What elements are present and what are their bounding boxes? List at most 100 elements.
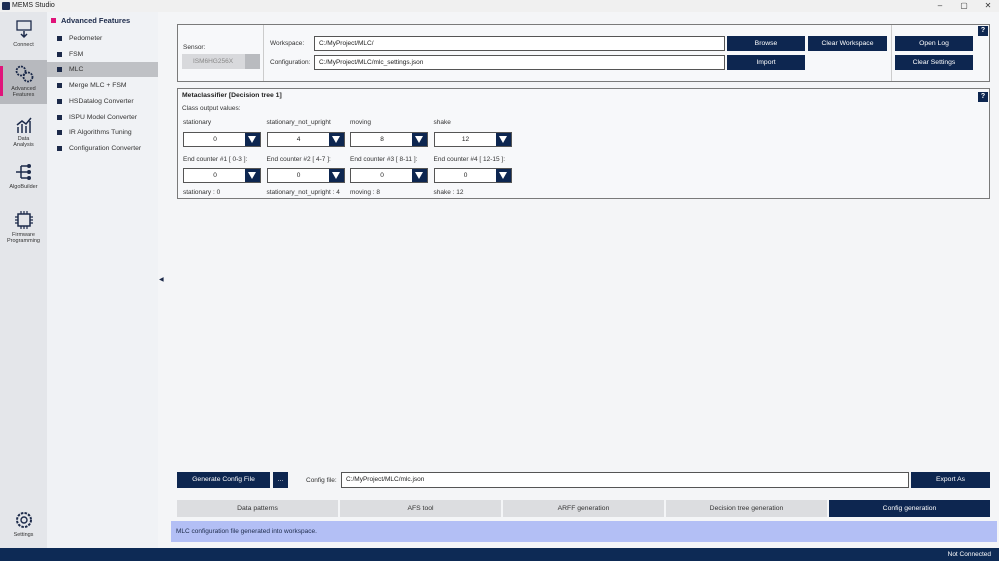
class-output-label: Class output values: (182, 105, 241, 112)
config-file-input[interactable]: C:/MyProject/MLC/mlc.json (341, 472, 909, 488)
generate-config-file-button[interactable]: Generate Config File (177, 472, 270, 488)
class-name-label: moving (350, 119, 371, 126)
end-counter-label: End counter #1 [ 0-3 ]: (183, 156, 248, 163)
submenu-item-mlc[interactable]: MLC (47, 62, 158, 78)
end-counter-select[interactable]: 0 (183, 168, 261, 183)
nav-label: Programming (6, 238, 40, 244)
submenu-item-ir-algorithms-tuning[interactable]: IR Algorithms Tuning (47, 125, 158, 140)
end-counter-value: 0 (213, 172, 217, 179)
metaclassifier-title: Metaclassifier [Decision tree 1] (182, 92, 282, 99)
more-options-button[interactable]: ... (273, 472, 288, 488)
tab-data-patterns[interactable]: Data patterns (177, 500, 338, 517)
chevron-down-icon (412, 133, 427, 146)
submenu-item-hsdatalog-converter[interactable]: HSDatalog Converter (47, 94, 158, 109)
class-value-select[interactable]: 4 (266, 132, 345, 147)
class-summary: stationary : 0 (183, 189, 221, 196)
title-bar: MEMS Studio – ▢ ✕ (0, 0, 999, 12)
divider (891, 25, 892, 81)
end-counter-select[interactable]: 0 (350, 168, 428, 183)
chevron-down-icon (245, 169, 260, 182)
advanced-features-menu: Advanced Features Pedometer FSM MLC Merge M… (47, 12, 158, 548)
end-counter-value: 0 (296, 172, 301, 179)
nav-data-analysis[interactable]: Data Analysis (0, 112, 47, 156)
chip-icon (14, 211, 33, 229)
nav-settings[interactable]: Settings (0, 506, 47, 550)
end-counter-value: 0 (380, 172, 384, 179)
open-log-button[interactable]: Open Log (895, 36, 973, 51)
nav-label: Settings (13, 532, 34, 538)
help-button[interactable]: ? (978, 92, 988, 102)
nav-connect[interactable]: Connect (0, 16, 47, 60)
configuration-label: Configuration: (270, 59, 311, 66)
collapse-sidebar-button[interactable]: ◀ (159, 276, 164, 283)
sensor-select[interactable]: ISM6HG256X (182, 54, 260, 69)
end-counter-select[interactable]: 0 (266, 168, 345, 183)
workspace-label: Workspace: (270, 40, 305, 47)
end-counter-select[interactable]: 0 (433, 168, 512, 183)
clear-settings-button[interactable]: Clear Settings (895, 55, 973, 70)
sensor-value: ISM6HG256X (192, 58, 234, 65)
configuration-input[interactable]: C:/MyProject/MLC/mlc_settings.json (314, 55, 725, 70)
nav-firmware-programming[interactable]: Firmware Programming (0, 206, 47, 250)
class-value: 8 (380, 136, 384, 143)
chevron-down-icon (328, 169, 344, 182)
help-button[interactable]: ? (978, 26, 988, 36)
nav-label: Features (12, 92, 35, 98)
minimize-button[interactable]: – (930, 1, 950, 10)
nav-algobuilder[interactable]: AlgoBuilder (0, 158, 47, 202)
nav-label: AlgoBuilder (9, 184, 38, 190)
class-value-select[interactable]: 12 (433, 132, 512, 147)
maximize-button[interactable]: ▢ (954, 1, 974, 10)
tab-afs-tool[interactable]: AFS tool (340, 500, 501, 517)
chevron-down-icon (245, 54, 260, 69)
class-name-label: stationary_not_upright (266, 119, 331, 126)
sensor-label: Sensor: (183, 44, 206, 51)
end-counter-label: End counter #2 [ 4-7 ]: (266, 156, 331, 163)
tab-arff-generation[interactable]: ARFF generation (503, 500, 664, 517)
submenu-title: Advanced Features (51, 16, 130, 25)
gears-icon (15, 65, 33, 83)
clear-workspace-button[interactable]: Clear Workspace (808, 36, 887, 51)
chart-icon (16, 117, 32, 133)
chevron-down-icon (245, 133, 260, 146)
chevron-down-icon (495, 169, 511, 182)
browse-button[interactable]: Browse (727, 36, 805, 51)
class-summary: moving : 8 (350, 189, 380, 196)
class-value: 0 (213, 136, 217, 143)
submenu-item-ispu-model-converter[interactable]: ISPU Model Converter (47, 110, 158, 125)
class-value: 12 (461, 136, 470, 143)
nav-label: Analysis (13, 142, 34, 148)
class-value: 4 (296, 136, 301, 143)
class-value-select[interactable]: 8 (350, 132, 428, 147)
class-name-label: stationary (183, 119, 212, 126)
import-button[interactable]: Import (727, 55, 805, 70)
main-nav: Connect Advanced Features Data Analysis … (0, 12, 47, 548)
submenu-item-merge-mlc-fsm[interactable]: Merge MLC + FSM (47, 78, 158, 93)
export-as-button[interactable]: Export As (911, 472, 990, 488)
submenu-item-fsm[interactable]: FSM (47, 47, 158, 62)
chevron-down-icon (495, 133, 511, 146)
submenu-item-pedometer[interactable]: Pedometer (47, 31, 158, 46)
divider (263, 25, 264, 81)
status-message: MLC configuration file generated into wo… (171, 521, 997, 542)
nav-advanced-features[interactable]: Advanced Features (0, 60, 47, 104)
class-name-label: shake (433, 119, 451, 126)
metaclassifier-panel: Metaclassifier [Decision tree 1] Class o… (177, 88, 990, 199)
config-file-label: Config file: (306, 477, 337, 484)
chevron-down-icon (328, 133, 344, 146)
tab-decision-tree-generation[interactable]: Decision tree generation (666, 500, 827, 517)
nav-label: Connect (13, 42, 34, 48)
workspace-input[interactable]: C:/MyProject/MLC/ (314, 36, 725, 51)
algobuilder-icon (15, 164, 31, 180)
connect-icon (15, 20, 32, 39)
class-summary: stationary_not_upright : 4 (266, 189, 340, 196)
class-summary: shake : 12 (433, 189, 464, 196)
app-logo-icon (2, 2, 10, 10)
close-button[interactable]: ✕ (978, 1, 998, 10)
tab-config-generation[interactable]: Config generation (829, 500, 990, 517)
end-counter-label: End counter #4 [ 12-15 ]: (433, 156, 506, 163)
app-title: MEMS Studio (12, 2, 55, 9)
submenu-item-configuration-converter[interactable]: Configuration Converter (47, 141, 158, 156)
connection-status: Not Connected (0, 548, 999, 561)
class-value-select[interactable]: 0 (183, 132, 261, 147)
